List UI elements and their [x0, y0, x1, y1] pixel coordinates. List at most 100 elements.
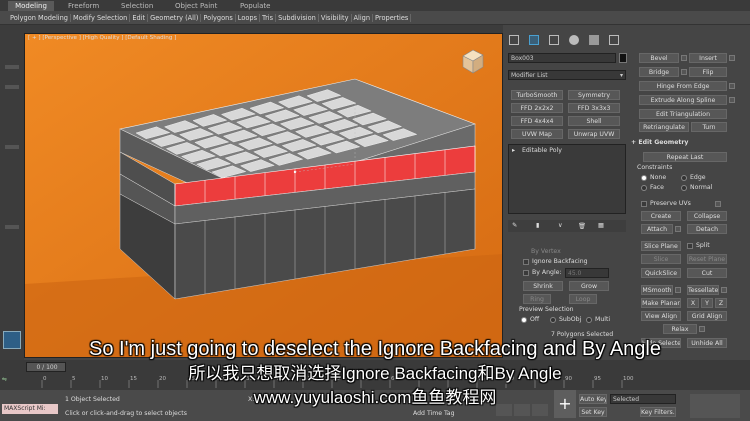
flip-button[interactable]: Flip	[689, 67, 727, 77]
view-cube-icon[interactable]	[457, 46, 487, 76]
create-button[interactable]: Create	[641, 211, 681, 221]
preserve-uvs-checkbox[interactable]	[641, 201, 647, 207]
slice-plane-button[interactable]: Slice Plane	[641, 241, 681, 251]
attach-list-icon[interactable]	[675, 226, 681, 232]
shell-button[interactable]: Shell	[568, 116, 620, 126]
msmooth-button[interactable]: MSmooth	[641, 285, 673, 295]
uvw-map-button[interactable]: UVW Map	[511, 129, 563, 139]
hierarchy-tab-icon[interactable]	[549, 35, 559, 45]
slice-button[interactable]: Slice	[641, 254, 681, 264]
shrink-button[interactable]: Shrink	[523, 281, 563, 291]
make-planar-button[interactable]: Make Planar	[641, 298, 681, 308]
constraint-edge-radio[interactable]	[681, 175, 687, 181]
extrude-along-spline-button[interactable]: Extrude Along Spline	[639, 95, 727, 105]
ribbon-geometry[interactable]: Geometry (All)	[148, 13, 202, 22]
msmooth-settings-icon[interactable]	[675, 287, 681, 293]
stack-item-editable-poly[interactable]: Editable Poly	[522, 147, 562, 154]
tab-freeform[interactable]: Freeform	[68, 1, 99, 11]
relax-button[interactable]: Relax	[663, 324, 697, 334]
attach-button[interactable]: Attach	[641, 224, 673, 234]
tessellate-settings-icon[interactable]	[721, 287, 727, 293]
edit-triangulation-button[interactable]: Edit Triangulation	[639, 109, 727, 119]
object-color-swatch[interactable]	[619, 53, 627, 63]
pin-stack-icon[interactable]: ✎	[512, 222, 517, 229]
unwrap-uvw-button[interactable]: Unwrap UVW	[568, 129, 620, 139]
quickslice-button[interactable]: QuickSlice	[641, 268, 681, 278]
by-angle-checkbox[interactable]	[523, 270, 529, 276]
display-tab-icon[interactable]	[589, 35, 599, 45]
ribbon-properties[interactable]: Properties	[373, 13, 412, 22]
split-checkbox[interactable]	[687, 243, 693, 249]
cut-button[interactable]: Cut	[687, 268, 727, 278]
ribbon-modify-selection[interactable]: Modify Selection	[71, 13, 131, 22]
turbosmooth-button[interactable]: TurboSmooth	[511, 90, 563, 100]
repeat-last-button[interactable]: Repeat Last	[643, 152, 727, 162]
tessellate-button[interactable]: Tessellate	[687, 285, 719, 295]
ribbon-edit[interactable]: Edit	[130, 13, 149, 22]
toolbar-grip[interactable]	[5, 65, 19, 69]
show-end-result-icon[interactable]: ▮	[536, 222, 539, 229]
bevel-settings-icon[interactable]	[681, 55, 687, 61]
constraint-normal-radio[interactable]	[681, 185, 687, 191]
utilities-tab-icon[interactable]	[609, 35, 619, 45]
ignore-backfacing-checkbox[interactable]	[523, 259, 529, 265]
tab-populate[interactable]: Populate	[240, 1, 270, 11]
ribbon-tris[interactable]: Tris	[260, 13, 277, 22]
ribbon-visibility[interactable]: Visibility	[319, 13, 352, 22]
configure-sets-icon[interactable]: ▦	[598, 222, 604, 229]
ffd4-button[interactable]: FFD 4x4x4	[511, 116, 563, 126]
bridge-button[interactable]: Bridge	[639, 67, 679, 77]
preview-multi-radio[interactable]	[586, 317, 592, 323]
ribbon-loops[interactable]: Loops	[236, 13, 261, 22]
stack-expand-icon[interactable]: ▸	[512, 147, 515, 154]
constraint-none-radio[interactable]	[641, 175, 647, 181]
create-tab-icon[interactable]	[509, 35, 519, 45]
perspective-viewport[interactable]: [ + ] [Perspective ] [High Quality ] [De…	[24, 33, 503, 358]
set-key-button[interactable]: Set Key	[579, 407, 607, 417]
collapse-button[interactable]: Collapse	[687, 211, 727, 221]
ribbon-align[interactable]: Align	[352, 13, 374, 22]
hinge-settings-icon[interactable]	[729, 83, 735, 89]
toolbar-grip[interactable]	[5, 225, 19, 229]
viewport-label[interactable]: [ + ] [Perspective ] [High Quality ] [De…	[28, 35, 176, 41]
planar-z-button[interactable]: Z	[715, 298, 727, 308]
retriangulate-button[interactable]: Retriangulate	[639, 122, 689, 132]
preserve-uvs-settings-icon[interactable]	[715, 201, 721, 207]
loop-button[interactable]: Loop	[569, 294, 597, 304]
ring-button[interactable]: Ring	[523, 294, 551, 304]
add-time-tag-button[interactable]: Add Time Tag	[413, 410, 455, 417]
ffd2-button[interactable]: FFD 2x2x2	[511, 103, 563, 113]
grow-button[interactable]: Grow	[569, 281, 609, 291]
hinge-from-edge-button[interactable]: Hinge From Edge	[639, 81, 727, 91]
toolbar-grip[interactable]	[5, 145, 19, 149]
bevel-button[interactable]: Bevel	[639, 53, 679, 63]
preview-off-radio[interactable]	[521, 317, 527, 323]
constraint-face-radio[interactable]	[641, 185, 647, 191]
view-align-button[interactable]: View Align	[641, 311, 681, 321]
modify-tab-icon[interactable]	[529, 35, 539, 45]
remove-modifier-icon[interactable]: 🗑	[578, 222, 586, 230]
tab-modeling[interactable]: Modeling	[8, 1, 54, 11]
extrude-spline-settings-icon[interactable]	[729, 97, 735, 103]
turn-button[interactable]: Turn	[691, 122, 727, 132]
ffd3-button[interactable]: FFD 3x3x3	[568, 103, 620, 113]
preview-subobj-radio[interactable]	[550, 317, 556, 323]
inset-button[interactable]: Insert	[689, 53, 727, 63]
key-filters-button[interactable]: Key Filters...	[640, 407, 676, 417]
inset-settings-icon[interactable]	[729, 55, 735, 61]
modifier-list-dropdown[interactable]: Modifier List ▾	[508, 70, 626, 80]
tab-selection[interactable]: Selection	[121, 1, 153, 11]
bridge-settings-icon[interactable]	[681, 69, 687, 75]
symmetry-button[interactable]: Symmetry	[568, 90, 620, 100]
planar-x-button[interactable]: X	[687, 298, 699, 308]
reset-plane-button[interactable]: Reset Plane	[687, 254, 727, 264]
grid-align-button[interactable]: Grid Align	[687, 311, 727, 321]
ribbon-subdivision[interactable]: Subdivision	[276, 13, 319, 22]
ribbon-polygons[interactable]: Polygons	[201, 13, 236, 22]
object-name-field[interactable]: Box003	[508, 53, 616, 63]
relax-settings-icon[interactable]	[699, 326, 705, 332]
make-unique-icon[interactable]: ∨	[558, 222, 563, 229]
planar-y-button[interactable]: Y	[701, 298, 713, 308]
toolbar-grip[interactable]	[5, 85, 19, 89]
detach-button[interactable]: Detach	[687, 224, 727, 234]
